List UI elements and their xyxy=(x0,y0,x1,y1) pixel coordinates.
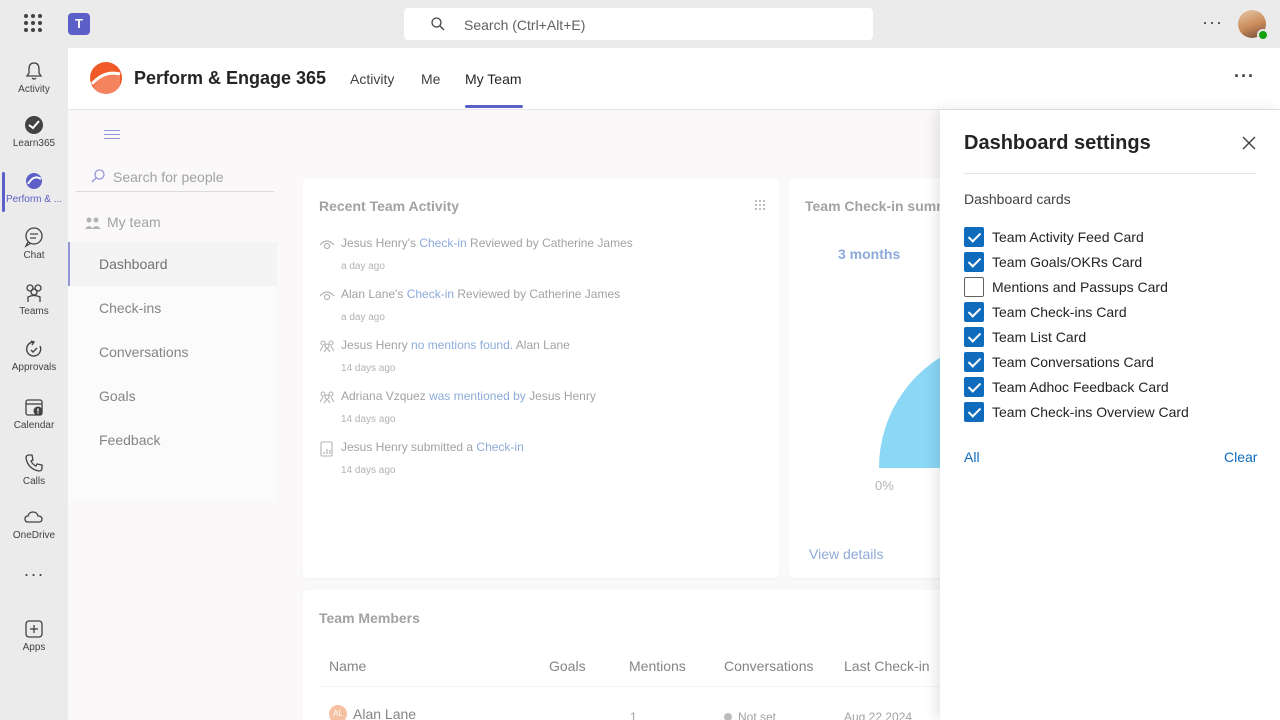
chat-icon xyxy=(24,227,43,248)
app-rail: Activity Learn365 Perform & ... Chat Tea… xyxy=(0,48,68,720)
rail-item-apps[interactable]: Apps xyxy=(0,610,68,664)
checkbox-unchecked[interactable] xyxy=(964,277,984,297)
rail-item-calendar[interactable]: Calendar xyxy=(0,388,68,442)
cloud-icon xyxy=(24,511,43,523)
settings-title: Dashboard settings xyxy=(964,132,1151,154)
checkbox-checked[interactable] xyxy=(964,327,984,347)
user-avatar[interactable] xyxy=(1238,10,1269,41)
rail-item-learn365[interactable]: Learn365 xyxy=(0,106,68,160)
search-icon xyxy=(431,17,445,31)
perform-engage-logo xyxy=(90,62,122,94)
top-bar: T Search (Ctrl+Alt+E) ··· xyxy=(0,0,1280,48)
checkbox-checked[interactable] xyxy=(964,252,984,272)
phone-icon xyxy=(25,454,43,472)
app-launcher-icon[interactable] xyxy=(24,14,42,32)
rail-item-perform-engage[interactable]: Perform & ... xyxy=(0,162,68,216)
bell-icon xyxy=(25,62,43,80)
tab-me[interactable]: Me xyxy=(421,71,440,87)
dashboard-settings-panel: Dashboard settings Dashboard cards Team … xyxy=(940,110,1280,720)
teams-icon xyxy=(26,284,42,302)
rail-item-chat[interactable]: Chat xyxy=(0,218,68,272)
select-all-link[interactable]: All xyxy=(964,449,980,465)
more-apps-icon: ··· xyxy=(23,564,45,584)
presence-available-icon xyxy=(1257,29,1269,41)
learn365-icon xyxy=(25,116,43,134)
global-search-placeholder: Search (Ctrl+Alt+E) xyxy=(464,17,586,33)
rail-item-approvals[interactable]: Approvals xyxy=(0,330,68,384)
perform-engage-icon xyxy=(26,173,42,189)
checkbox-checked[interactable] xyxy=(964,352,984,372)
calendar-icon xyxy=(25,399,43,416)
teams-logo-icon: T xyxy=(68,13,90,35)
rail-item-more-apps[interactable]: ··· xyxy=(0,562,68,592)
rail-item-onedrive[interactable]: OneDrive xyxy=(0,498,68,552)
rail-item-activity[interactable]: Activity xyxy=(0,52,68,106)
checkbox-checked[interactable] xyxy=(964,402,984,422)
checkbox-checked[interactable] xyxy=(964,377,984,397)
settings-more-icon[interactable]: ··· xyxy=(1202,12,1223,33)
global-search-input[interactable]: Search (Ctrl+Alt+E) xyxy=(404,8,873,40)
checkbox-checked[interactable] xyxy=(964,227,984,247)
more-options-icon[interactable]: ··· xyxy=(1234,66,1255,87)
tab-my-team[interactable]: My Team xyxy=(465,71,522,87)
panel-overlay[interactable] xyxy=(68,110,940,720)
app-title: Perform & Engage 365 xyxy=(134,68,327,88)
rail-item-teams[interactable]: Teams xyxy=(0,274,68,328)
settings-divider xyxy=(964,173,1256,174)
settings-section-label: Dashboard cards xyxy=(964,191,1071,207)
tab-activity[interactable]: Activity xyxy=(350,71,394,87)
close-icon[interactable] xyxy=(1242,136,1256,150)
rail-item-calls[interactable]: Calls xyxy=(0,444,68,498)
app-header: Perform & Engage 365 Activity Me My Team… xyxy=(68,48,1280,110)
checkbox-checked[interactable] xyxy=(964,302,984,322)
clear-link[interactable]: Clear xyxy=(1224,449,1257,465)
approvals-icon xyxy=(26,340,42,357)
add-apps-icon xyxy=(25,620,43,638)
active-tab-indicator xyxy=(465,105,523,108)
